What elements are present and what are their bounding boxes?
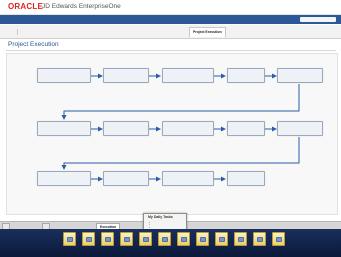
flow-node[interactable]: [37, 171, 91, 186]
app-window: ORACLE JD Edwards EnterpriseOne Project …: [0, 0, 341, 257]
flow-connector: [61, 84, 300, 120]
dock-item[interactable]: [231, 231, 250, 255]
flow-node[interactable]: [37, 68, 91, 83]
flow-node[interactable]: [162, 171, 214, 186]
popup-title: My Daily Tasks: [148, 215, 173, 219]
dock-item[interactable]: [212, 231, 231, 255]
dock-item[interactable]: [155, 231, 174, 255]
dock-item[interactable]: [174, 231, 193, 255]
dock-item[interactable]: [136, 231, 155, 255]
page-title: Project Execution: [8, 41, 59, 48]
dock-item[interactable]: [269, 231, 288, 255]
task-folder-icon: [253, 232, 266, 246]
task-folder-icon: [82, 232, 95, 246]
tab-project-execution[interactable]: Project Execution: [189, 27, 226, 37]
task-folder-icon: [272, 232, 285, 246]
tab-separator: [17, 29, 18, 35]
user-menu: [315, 4, 335, 8]
flow-node[interactable]: [103, 171, 149, 186]
oracle-logo: ORACLE: [8, 2, 43, 11]
tab-item[interactable]: [19, 28, 25, 36]
product-name: JD Edwards EnterpriseOne: [42, 3, 121, 10]
dock-item[interactable]: [60, 231, 79, 255]
task-folder-icon: [234, 232, 247, 246]
tab-item[interactable]: [292, 28, 298, 36]
tab-item[interactable]: [48, 28, 54, 36]
top-header: ORACLE JD Edwards EnterpriseOne: [0, 0, 341, 15]
flow-node[interactable]: [162, 121, 214, 136]
tab-item[interactable]: [4, 28, 10, 36]
dock-item[interactable]: [250, 231, 269, 255]
task-folder-icon: [120, 232, 133, 246]
dock-item[interactable]: [117, 231, 136, 255]
flow-node[interactable]: [227, 68, 265, 83]
flow-node[interactable]: [103, 121, 149, 136]
title-divider: [6, 50, 336, 51]
task-folder-icon: [196, 232, 209, 246]
tab-item[interactable]: [84, 28, 90, 36]
dock-item[interactable]: [193, 231, 212, 255]
task-folder-icon: [158, 232, 171, 246]
dock-item[interactable]: [98, 231, 117, 255]
tab-item[interactable]: [132, 28, 138, 36]
task-folder-icon: [139, 232, 152, 246]
task-folder-icon: [177, 232, 190, 246]
tab-item[interactable]: [264, 28, 270, 36]
flow-node[interactable]: [37, 121, 91, 136]
springboard-dock: [0, 229, 341, 257]
task-folder-icon: [101, 232, 114, 246]
task-folder-icon: [63, 232, 76, 246]
tab-item[interactable]: [232, 28, 238, 36]
dock-item[interactable]: [79, 231, 98, 255]
task-folder-icon: [215, 232, 228, 246]
flow-node[interactable]: [103, 68, 149, 83]
flow-node[interactable]: [162, 68, 214, 83]
flow-node[interactable]: [227, 171, 265, 186]
tab-item[interactable]: [162, 28, 168, 36]
tab-strip: Project Execution: [0, 25, 341, 39]
nav-bar: [0, 15, 341, 24]
flow-node[interactable]: [227, 121, 265, 136]
flow-connector: [61, 137, 300, 170]
flow-node[interactable]: [277, 121, 323, 136]
flow-node[interactable]: [277, 68, 323, 83]
search-input[interactable]: [300, 17, 336, 22]
